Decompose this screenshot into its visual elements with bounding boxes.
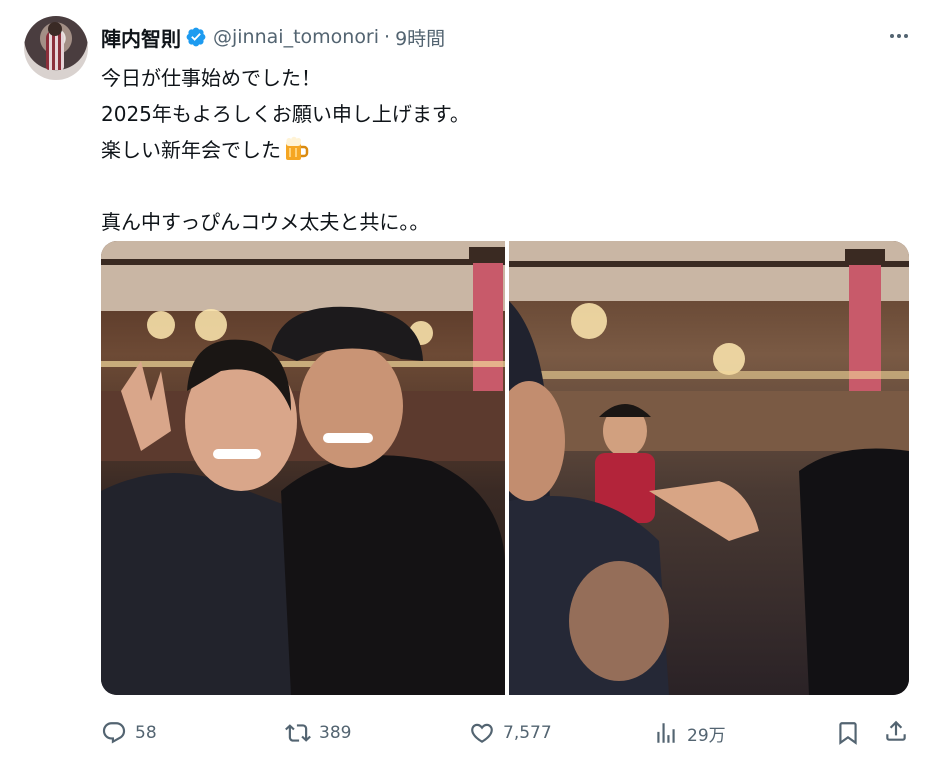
tweet-line-3: 楽しい新年会でした xyxy=(101,132,901,168)
views-button[interactable]: 29万 xyxy=(653,716,726,750)
more-options-icon[interactable] xyxy=(887,24,911,48)
view-count: 29万 xyxy=(687,725,726,746)
photo-1-illustration xyxy=(101,241,505,695)
avatar-figure xyxy=(46,30,64,70)
tweet-header: 陣内智則 @jinnai_tomonori · 9時間 xyxy=(101,22,445,52)
bookmark-icon[interactable] xyxy=(835,720,861,746)
tweet-photo-1[interactable] xyxy=(101,241,505,695)
tweet-line-2: 2025年もよろしくお願い申し上げます。 xyxy=(101,102,470,126)
tweet-timestamp[interactable]: 9時間 xyxy=(395,24,445,51)
tweet-actions: 58 389 7,577 29万 xyxy=(101,716,909,750)
avatar-head xyxy=(48,22,62,36)
author-avatar[interactable] xyxy=(24,16,88,80)
author-name[interactable]: 陣内智則 xyxy=(101,23,181,52)
tweet-text: 今日が仕事始めでした！ 2025年もよろしくお願い申し上げます。 楽しい新年会で… xyxy=(101,60,901,240)
tweet-media xyxy=(101,241,909,695)
like-button[interactable]: 7,577 xyxy=(469,716,552,750)
tweet-line-3-text: 楽しい新年会でした xyxy=(101,138,281,162)
reply-button[interactable]: 58 xyxy=(101,716,157,750)
photo-2-illustration xyxy=(509,241,909,695)
repost-icon xyxy=(285,724,311,742)
tweet-photo-2[interactable] xyxy=(509,241,909,695)
share-icon[interactable] xyxy=(883,718,909,744)
repost-count: 389 xyxy=(319,723,352,743)
separator-dot: · xyxy=(384,26,391,48)
tweet-line-1: 今日が仕事始めでした！ xyxy=(101,66,321,90)
tweet-line-5: 真ん中すっぴんコウメ太夫と共に。。 xyxy=(101,210,430,234)
heart-icon xyxy=(471,723,493,743)
beer-mug-icon xyxy=(286,136,309,160)
repost-button[interactable]: 389 xyxy=(285,716,351,750)
views-chart-icon xyxy=(657,723,675,743)
reply-count: 58 xyxy=(135,723,157,743)
tweet-line-4 xyxy=(101,168,901,204)
verified-badge-icon xyxy=(186,27,206,47)
author-handle[interactable]: @jinnai_tomonori xyxy=(213,26,379,48)
reply-icon xyxy=(102,722,126,744)
like-count: 7,577 xyxy=(503,723,552,743)
